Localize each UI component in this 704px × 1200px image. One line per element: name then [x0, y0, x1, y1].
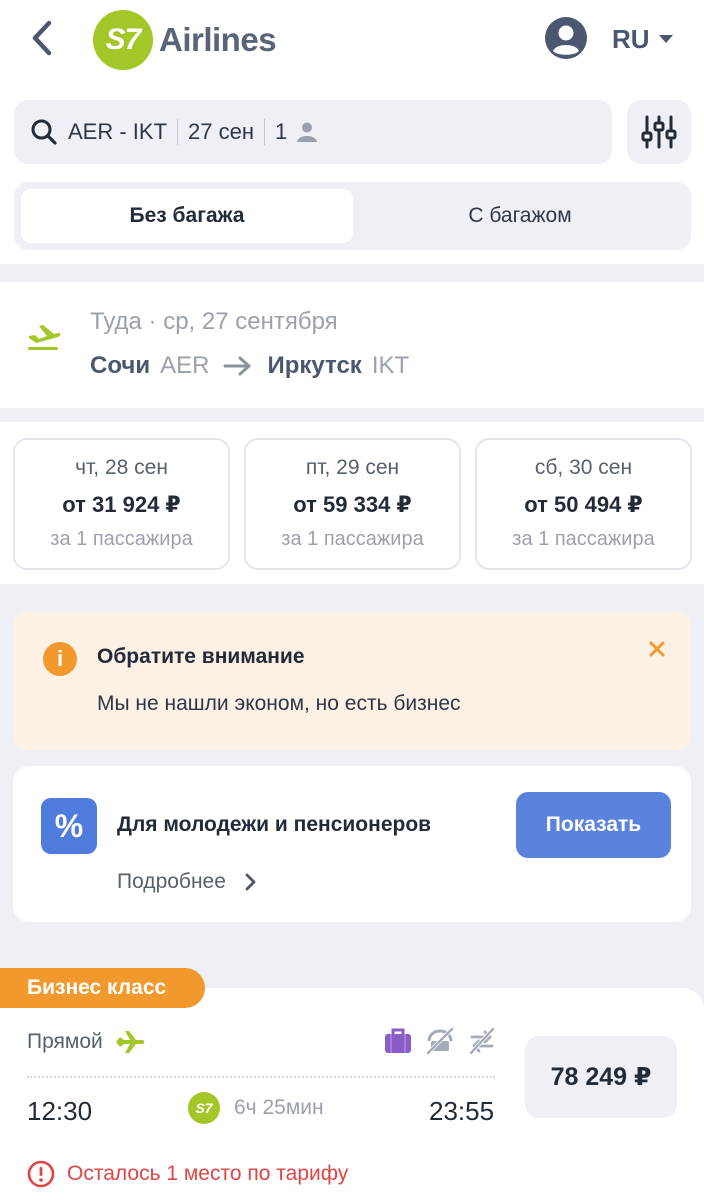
route-cities: Сочи AER Иркутск IKT: [90, 352, 409, 380]
no-exchange-icon: [469, 1027, 495, 1055]
origin-code: AER: [160, 352, 210, 379]
search-date: 27 сен: [188, 119, 254, 144]
alternative-dates: чт, 28 сен от 31 924 ₽ за 1 пассажира пт…: [0, 422, 704, 584]
chevron-left-icon: [32, 20, 52, 56]
divider: [27, 1076, 495, 1078]
info-icon: i: [43, 642, 77, 676]
date-option[interactable]: пт, 29 сен от 59 334 ₽ за 1 пассажира: [244, 438, 461, 570]
language-label: RU: [612, 23, 650, 54]
notice-banner: [13, 612, 691, 750]
plane-icon: [115, 1031, 145, 1053]
destination-code: IKT: [371, 352, 410, 379]
search-passengers: 1: [274, 119, 288, 144]
percent-icon: %: [41, 798, 97, 854]
tab-without-baggage[interactable]: Без багажа: [21, 189, 353, 243]
filter-sliders-icon: [641, 115, 677, 149]
promo-title: Для молодежи и пенсионеров: [117, 813, 432, 836]
search-summary[interactable]: AER - IKT 27 сен 1: [14, 100, 612, 164]
date-option-note: за 1 пассажира: [50, 528, 193, 550]
promo-details-label: Подробнее: [117, 870, 226, 893]
back-button[interactable]: [22, 16, 62, 60]
no-refund-icon: [426, 1027, 454, 1055]
departure-time: 12:30: [27, 1096, 93, 1126]
search-route: AER - IKT: [68, 119, 168, 144]
chevron-right-icon: [245, 873, 256, 891]
baggage-icon: [385, 1028, 411, 1053]
date-option-day: пт, 29 сен: [305, 456, 400, 479]
flight-price-button[interactable]: 78 249 ₽: [525, 1036, 677, 1118]
airline-logo-icon: S7: [188, 1092, 220, 1124]
warning-circle-icon: [27, 1160, 55, 1188]
tab-with-baggage[interactable]: С багажом: [354, 189, 686, 243]
search-icon: [31, 119, 57, 145]
date-option-price: от 59 334 ₽: [293, 492, 412, 517]
date-option-day: чт, 28 сен: [75, 456, 168, 479]
flight-duration: S7 6ч 25мин: [188, 1092, 324, 1124]
date-option-price: от 50 494 ₽: [524, 492, 643, 517]
logo-mark: S7: [93, 10, 153, 70]
date-option[interactable]: чт, 28 сен от 31 924 ₽ за 1 пассажира: [13, 438, 230, 570]
arrow-right-icon: [223, 355, 253, 377]
flight-type-label: Прямой: [27, 1030, 103, 1053]
date-option-note: за 1 пассажира: [512, 528, 655, 550]
departure-plane-icon: [26, 322, 62, 352]
date-option[interactable]: сб, 30 сен от 50 494 ₽ за 1 пассажира: [475, 438, 692, 570]
notice-text: Мы не нашли эконом, но есть бизнес: [97, 692, 461, 715]
route-direction-date: Туда · ср, 27 сентября: [90, 308, 338, 335]
divider: [177, 119, 179, 145]
seats-warning-text: Осталось 1 место по тарифу: [67, 1162, 349, 1185]
fare-class-badge: Бизнес класс: [0, 968, 205, 1008]
date-option-note: за 1 пассажира: [281, 528, 424, 550]
show-promo-button[interactable]: Показать: [516, 792, 671, 858]
divider: [263, 119, 265, 145]
destination-city: Иркутск: [267, 352, 362, 379]
flight-type: Прямой: [27, 1030, 145, 1054]
notice-title: Обратите внимание: [97, 645, 305, 668]
fare-amenities: [383, 1027, 497, 1055]
passenger-icon: [297, 122, 318, 142]
logo-text: Airlines: [159, 21, 277, 58]
user-avatar-icon: [545, 17, 587, 59]
profile-button[interactable]: [544, 16, 588, 60]
caret-down-icon: [658, 35, 673, 43]
language-selector[interactable]: RU: [612, 20, 674, 58]
duration-label: 6ч 25мин: [234, 1096, 324, 1119]
close-notice-button[interactable]: [644, 636, 670, 662]
origin-city: Сочи: [90, 352, 151, 379]
s7-airlines-logo[interactable]: S7 Airlines: [93, 8, 277, 72]
route-summary: [0, 282, 704, 408]
seats-warning: Осталось 1 место по тарифу: [27, 1160, 348, 1188]
date-option-price: от 31 924 ₽: [62, 492, 181, 517]
close-icon: [649, 641, 665, 657]
baggage-toggle: Без багажа С багажом: [14, 182, 691, 250]
promo-details-link[interactable]: Подробнее: [117, 870, 256, 894]
arrival-time: 23:55: [429, 1096, 495, 1126]
filter-button[interactable]: [627, 100, 691, 164]
date-option-day: сб, 30 сен: [534, 456, 633, 479]
